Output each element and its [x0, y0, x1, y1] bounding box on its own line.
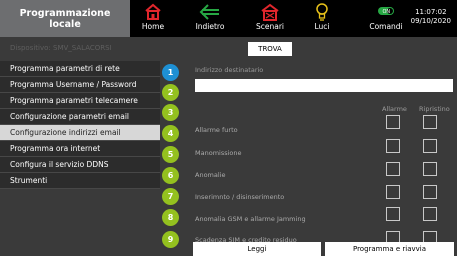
brand-title-line2: locale	[49, 18, 81, 30]
brand-title: Programmazione locale	[0, 0, 130, 37]
row-label-inserimento: Inserimnto / disinserimento	[195, 193, 285, 201]
menu-item-email-addresses[interactable]: Configurazione indirizzi email	[0, 125, 160, 141]
scenari-label: Scenari	[255, 22, 284, 31]
checkbox-furto-ripristino[interactable]	[423, 115, 437, 129]
step-1-button[interactable]: 1	[162, 64, 179, 81]
checkbox-manomissione-allarme[interactable]	[386, 139, 400, 153]
device-label: Dispositivo: SMV_SALACORSI	[10, 44, 112, 52]
home-icon	[145, 3, 161, 20]
step-6-button[interactable]: 6	[162, 167, 179, 184]
menu-item-tools[interactable]: Strumenti	[0, 173, 160, 189]
checkbox-gsm-allarme[interactable]	[386, 207, 400, 221]
menu-item-internet-time[interactable]: Programma ora internet	[0, 141, 160, 157]
comandi-label: Comandi	[369, 22, 403, 31]
lightbulb-icon	[316, 3, 328, 21]
toggle-switch-icon: ON	[378, 7, 394, 15]
back-label: Indietro	[195, 22, 225, 31]
comandi-button[interactable]: ON Comandi	[368, 0, 404, 37]
address-input[interactable]	[195, 79, 453, 92]
scenari-house-icon	[261, 3, 279, 21]
brand-title-line1: Programmazione	[19, 7, 111, 19]
luci-button[interactable]: Luci	[309, 0, 335, 37]
step-2-button[interactable]: 2	[162, 84, 179, 101]
step-4-button[interactable]: 4	[162, 125, 179, 142]
menu-item-network[interactable]: Programma parametri di rete	[0, 61, 160, 77]
email-address-form: Indirizzo destinatario Allarme Ripristin…	[192, 61, 457, 256]
allarme-column-header: Allarme	[382, 105, 407, 113]
trova-button[interactable]: TROVA	[248, 42, 292, 56]
checkbox-gsm-ripristino[interactable]	[423, 207, 437, 221]
clock-time: 11:07:02	[415, 8, 447, 16]
luci-label: Luci	[314, 22, 330, 31]
checkbox-anomalie-allarme[interactable]	[386, 162, 400, 176]
menu-item-ddns[interactable]: Configura il servizio DDNS	[0, 157, 160, 173]
checkbox-anomalie-ripristino[interactable]	[423, 162, 437, 176]
clock-date: 09/10/2020	[410, 17, 451, 25]
settings-menu: Programma parametri di rete Programma Us…	[0, 61, 160, 189]
menu-item-email-params[interactable]: Configurazione parametri email	[0, 109, 160, 125]
clock: 11:07:02 09/10/2020	[411, 8, 451, 26]
svg-text:ON: ON	[383, 9, 391, 15]
checkbox-furto-allarme[interactable]	[386, 115, 400, 129]
row-label-gsm-jamming: Anomalia GSM e allarme Jamming	[195, 215, 306, 223]
checkbox-manomissione-ripristino[interactable]	[423, 139, 437, 153]
step-7-button[interactable]: 7	[162, 188, 179, 205]
checkbox-inserimento-allarme[interactable]	[386, 185, 400, 199]
checkbox-inserimento-ripristino[interactable]	[423, 185, 437, 199]
row-label-manomissione: Manomissione	[195, 149, 242, 157]
back-arrow-icon	[199, 4, 219, 20]
row-label-furto: Allarme furto	[195, 126, 238, 134]
menu-item-username[interactable]: Programma Username / Password	[0, 77, 160, 93]
home-button[interactable]: Home	[138, 0, 168, 37]
top-bar: Programmazione locale Home Indietro Scen…	[0, 0, 457, 37]
step-5-button[interactable]: 5	[162, 146, 179, 163]
step-9-button[interactable]: 9	[162, 231, 179, 248]
back-button[interactable]: Indietro	[193, 0, 227, 37]
row-label-anomalie: Anomalie	[195, 171, 226, 179]
programma-riavvia-button[interactable]: Programma e riavvia	[325, 242, 454, 256]
home-label: Home	[141, 22, 165, 31]
ripristino-column-header: Ripristino	[419, 105, 450, 113]
menu-item-cameras[interactable]: Programma parametri telecamere	[0, 93, 160, 109]
step-8-button[interactable]: 8	[162, 209, 179, 226]
scenari-button[interactable]: Scenari	[255, 0, 285, 37]
leggi-button[interactable]: Leggi	[193, 242, 321, 256]
address-label: Indirizzo destinatario	[195, 66, 264, 74]
step-3-button[interactable]: 3	[162, 104, 179, 121]
